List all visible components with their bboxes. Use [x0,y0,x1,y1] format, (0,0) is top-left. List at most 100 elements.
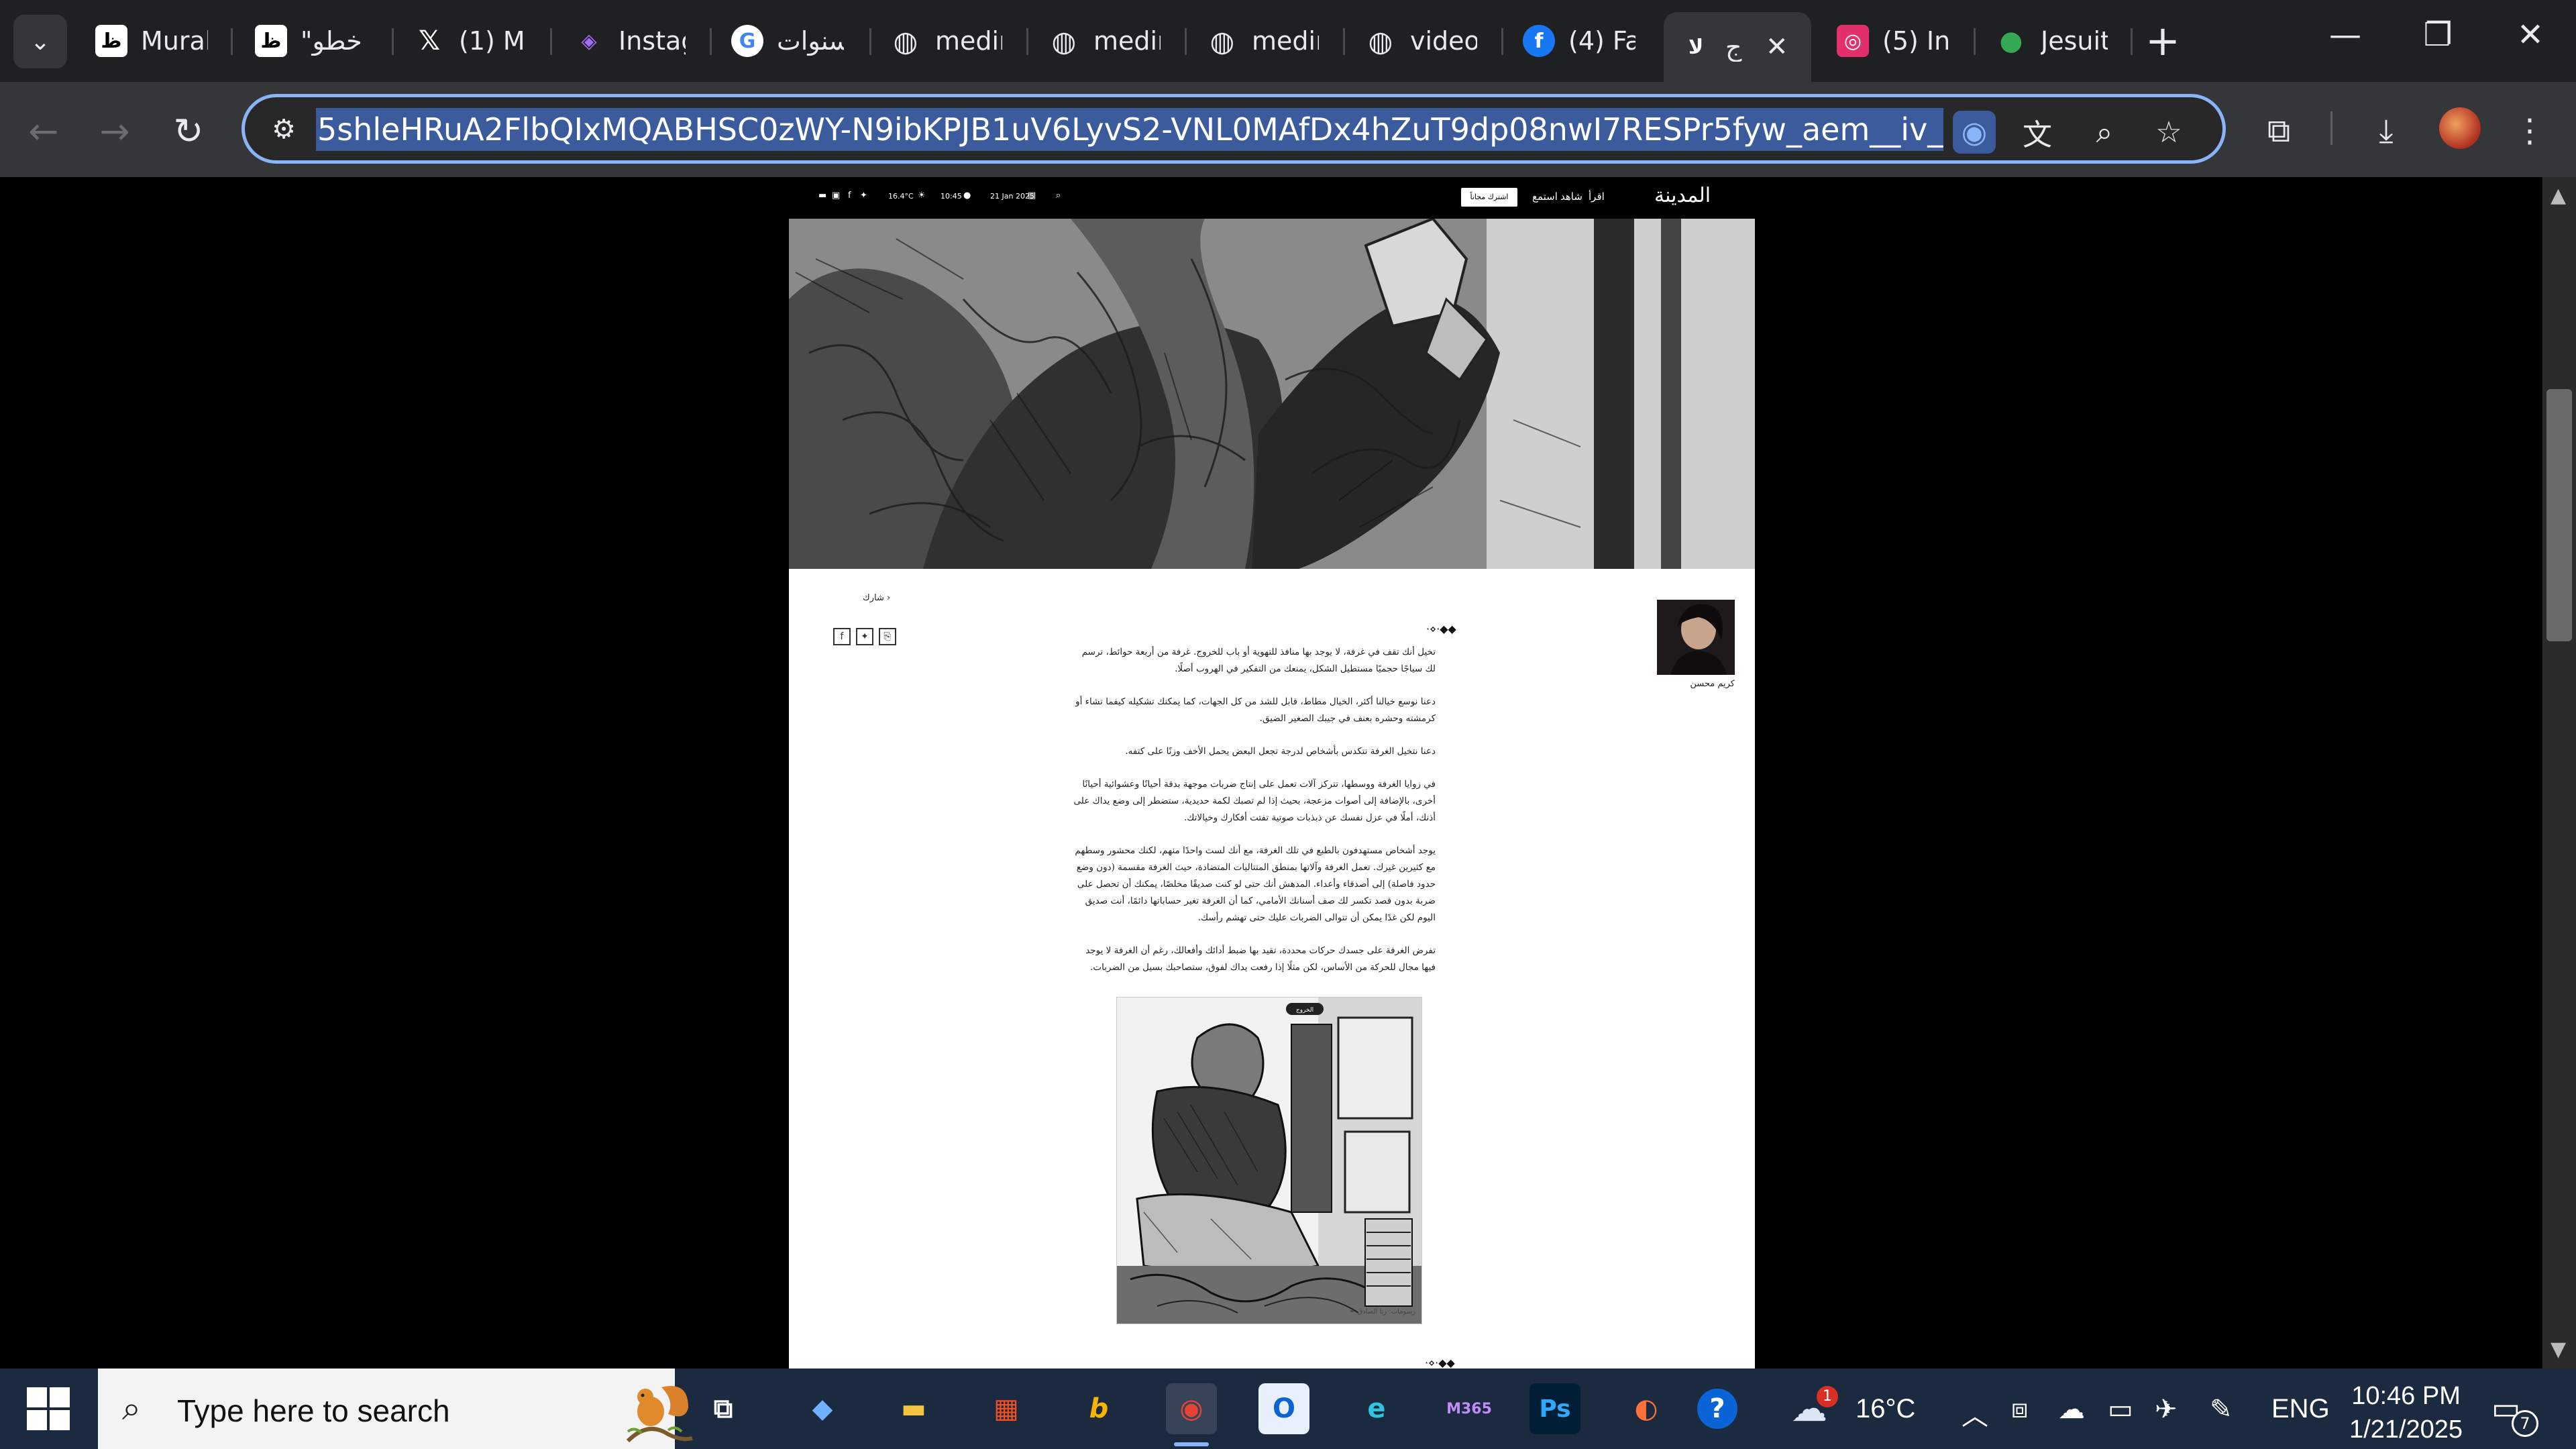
tab-mural[interactable]: ظ Mural [79,12,231,70]
close-window-icon[interactable]: ✕ [2504,16,2557,54]
share-twitter-icon[interactable]: ✦ [856,628,873,645]
tab-video[interactable]: ◍ video [1348,12,1500,70]
chevron-up-icon[interactable]: ︿ [1962,1394,1988,1433]
nav-watch[interactable]: شاهد [1560,191,1582,203]
article-paragraph: تخيل أنك تقف في غرفة، لا يوجد بها منافذ … [1081,647,1436,674]
download-icon[interactable]: ⤓ [2363,107,2410,154]
tab-medium-3[interactable]: ◍ medir [1190,12,1342,70]
language-indicator[interactable]: ENG [2271,1394,2330,1424]
squirrel-icon [626,1386,693,1443]
scrollbar-thumb[interactable] [2546,389,2572,641]
share-label[interactable]: ‹ شارك [863,593,890,603]
twitter-icon[interactable]: ✦ [860,191,867,201]
site-logo-icon: ظ [255,25,287,57]
back-arrow-icon[interactable]: ← [20,107,67,154]
restore-icon[interactable]: ❐ [2411,16,2465,54]
url-text[interactable]: 5shleHRuA2FlbQIxMQABHSC0zWY-N9ibKPJB1uV6… [316,108,1943,151]
figure-exit-sign: الخروج [1296,1007,1313,1014]
minimize-icon[interactable]: — [2318,16,2372,54]
scroll-up-arrow-icon[interactable]: ▲ [2551,184,2566,207]
tab-instagram-inbox[interactable]: ◎ (5) In [1821,12,1972,70]
tab-strip: ⌄ ظ Mural ظ "خطو 𝕏 (1) Me ◈ Instag G سنو… [0,0,2576,82]
weather-alert-badge: 1 [1817,1386,1838,1407]
kebab-menu-icon[interactable]: ⋮ [2506,107,2553,154]
copilot-icon[interactable]: ◆ [797,1383,848,1434]
new-tab-button[interactable]: + [2145,19,2180,63]
chrome-icon[interactable]: ◉ [1166,1383,1217,1434]
site-info-icon[interactable]: ⚙ [265,111,303,148]
instagram-icon: ◈ [581,29,597,53]
header-time: 10:45 [941,192,962,201]
microsoft-365-icon[interactable]: M365 [1444,1383,1495,1434]
clock-time: 10:46 PM [2351,1382,2461,1410]
globe-icon: ◍ [893,24,918,58]
help-icon[interactable]: ? [1697,1389,1737,1429]
tab-instagram[interactable]: ◈ Instag [557,12,708,70]
share-facebook-icon[interactable]: f [833,628,851,645]
tab-active-article[interactable]: ﻻ ج ✕ [1664,12,1811,82]
windows-start-icon[interactable] [27,1387,70,1430]
author-photo[interactable] [1657,600,1735,675]
address-bar[interactable]: ⚙ 5shleHRuA2FlbQIxMQABHSC0zWY-N9ibKPJB1u… [241,94,2226,164]
google-lens-icon[interactable]: ◉ [1953,111,1996,154]
subscribe-button[interactable]: اشترك مجاناً [1461,188,1517,207]
author-name[interactable]: كريم محسن [1648,679,1735,689]
forward-arrow-icon[interactable]: → [91,107,138,154]
instagram-icon[interactable]: ▣ [832,191,840,201]
tab-khutwa[interactable]: ظ "خطو [239,12,390,70]
bing-icon[interactable]: b [1073,1383,1124,1434]
hero-sketch-image [789,219,1755,569]
dinkus: ·⋄·◆◆ [1426,623,1456,635]
page-viewport: ▬ ▣ f ✦ 16.4°C ☀ 10:45 ● 21 Jan 2025 ▤ ⌕… [0,177,2542,1368]
edge-icon[interactable]: e [1351,1383,1402,1434]
maps-pin-icon: ● [1999,25,2023,56]
share-link-icon[interactable]: ⎘ [879,628,896,645]
figure-sketch-image: الخروج [1117,998,1421,1324]
extensions-icon[interactable]: ⧉ [2255,107,2302,154]
close-icon[interactable]: ✕ [1766,32,1788,62]
site-logo[interactable]: المدينة [1654,184,1711,207]
chevron-down-icon: ⌄ [30,28,51,56]
tab-medium-1[interactable]: ◍ medir [873,12,1025,70]
pen-workspace-icon[interactable]: ✎ [2210,1394,2233,1425]
battery-icon[interactable]: ▭ [2108,1394,2133,1425]
calendar-icon: ▤ [1028,191,1036,201]
onedrive-icon[interactable]: ☁ [2058,1394,2085,1425]
profile-avatar[interactable] [2439,107,2481,149]
tab-jesuit-maps[interactable]: ● Jesuit [1979,12,2131,70]
taskbar-clock[interactable]: 10:46 PM 1/21/2025 [2349,1379,2463,1446]
photoshop-icon[interactable]: Ps [1529,1383,1580,1434]
nav-read[interactable]: اقرأ [1589,191,1605,203]
weather-temp[interactable]: 16°C [1856,1394,1915,1424]
translate-icon[interactable]: 文 [2016,111,2059,154]
file-explorer-icon[interactable]: ▬ [888,1383,939,1434]
globe-icon: ◍ [1210,24,1235,58]
task-view-icon[interactable]: ⧉ [698,1383,749,1434]
globe-icon: ◍ [1368,24,1393,58]
tab-google[interactable]: G سنوات [715,12,867,70]
figure-caption: رسومات: رنا الصادق ✒ [1350,1308,1415,1316]
search-icon: ⌕ [122,1389,141,1428]
clock-date: 1/21/2025 [2349,1415,2463,1444]
microsoft-store-icon[interactable]: ▦ [981,1383,1032,1434]
tab-facebook[interactable]: f (4) Fa [1507,12,1658,70]
bookmark-star-icon[interactable]: ☆ [2147,111,2190,154]
reload-icon[interactable]: ↻ [165,107,212,154]
article-paragraph: دعنا نتخيل الغرفة تتكدس بأشخاص لدرجة تجع… [1125,746,1436,757]
scroll-down-arrow-icon[interactable]: ▼ [2551,1338,2566,1361]
page-scrollbar[interactable] [2542,177,2576,1368]
search-icon[interactable]: ⌕ [1056,191,1061,201]
nav-listen[interactable]: استمع [1532,191,1558,203]
article-page: ▬ ▣ f ✦ 16.4°C ☀ 10:45 ● 21 Jan 2025 ▤ ⌕… [789,177,1755,1368]
firefox-icon[interactable]: ◐ [1621,1383,1672,1434]
network-icon[interactable]: ✈ [2155,1394,2178,1425]
outlook-icon[interactable]: O [1258,1383,1309,1434]
facebook-icon[interactable]: f [848,191,851,201]
youtube-icon[interactable]: ▬ [818,191,826,201]
taskbar-search-box[interactable]: ⌕ Type here to search [98,1368,693,1449]
zoom-icon[interactable]: ⌕ [2083,111,2126,154]
tab-medium-2[interactable]: ◍ medir [1032,12,1183,70]
meet-now-icon[interactable]: ⧈ [2011,1394,2028,1424]
tab-search-button[interactable]: ⌄ [13,15,67,68]
tab-x[interactable]: 𝕏 (1) Me [397,12,549,70]
